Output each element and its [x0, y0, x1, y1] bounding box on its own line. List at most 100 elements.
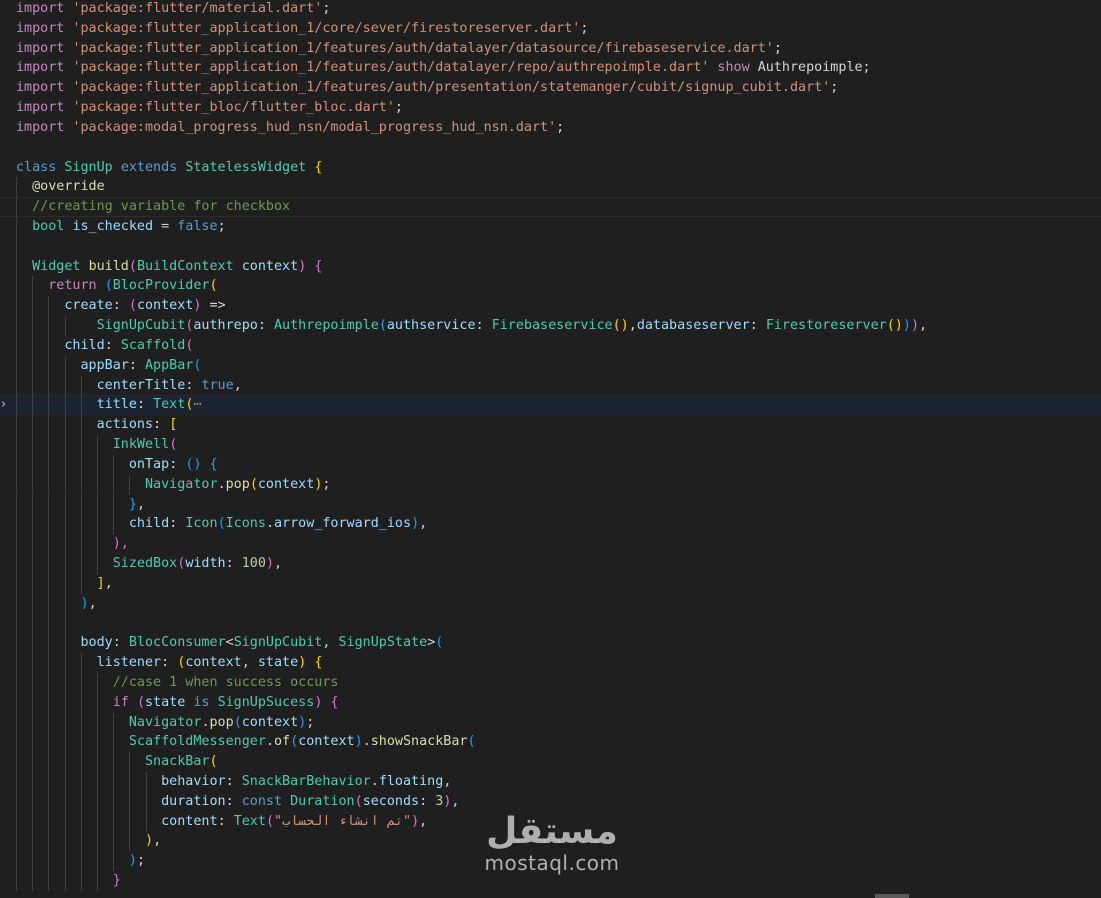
code-line[interactable]: centerTitle: true, [0, 375, 1101, 396]
code-line[interactable]: listener: (context, state) { [0, 653, 1101, 673]
code-line[interactable]: child: Scaffold( [0, 335, 1101, 356]
code-line[interactable]: ), [0, 593, 1101, 614]
code-line[interactable]: › title: Text(⋯ [0, 395, 1101, 416]
code-line[interactable]: Navigator.pop(context); [0, 712, 1101, 733]
code-token: duration [161, 793, 226, 809]
code-line[interactable]: class SignUp extends StatelessWidget { [0, 158, 1101, 178]
code-token: ( [209, 754, 218, 770]
code-token: ( [128, 258, 137, 274]
code-line[interactable]: import 'package:modal_progress_hud_nsn/m… [0, 118, 1101, 138]
code-token: width [185, 555, 226, 571]
code-line[interactable]: //creating variable for checkbox [0, 197, 1101, 217]
code-token: context [136, 298, 194, 314]
code-token: ; [217, 219, 226, 235]
code-text: //creating variable for checkbox [16, 197, 290, 217]
code-text: Navigator.pop(context); [16, 475, 330, 495]
code-line[interactable] [0, 236, 1101, 257]
code-token: : [257, 318, 274, 334]
code-token: } [128, 496, 137, 512]
code-text: Navigator.pop(context); [16, 713, 314, 733]
code-line[interactable]: SnackBar( [0, 752, 1101, 772]
code-line[interactable]: }, [0, 494, 1101, 515]
code-line[interactable]: import 'package:flutter_application_1/fe… [0, 58, 1101, 78]
code-token: @override [32, 179, 105, 195]
code-token: showSnackBar [370, 734, 468, 750]
code-line[interactable]: import 'package:flutter_application_1/fe… [0, 39, 1101, 59]
code-token: actions [96, 417, 154, 433]
code-token: show [717, 60, 750, 76]
code-token: ; [136, 853, 145, 869]
code-line[interactable]: Navigator.pop(context); [0, 474, 1101, 495]
code-line[interactable]: SignUpCubit(authrepo: Authrepoimple(auth… [0, 316, 1101, 336]
code-token: StatelessWidget [185, 159, 307, 175]
code-text: import 'package:modal_progress_hud_nsn/m… [16, 118, 564, 138]
code-line[interactable]: duration: const Duration(seconds: 3), [0, 791, 1101, 812]
fold-chevron-icon[interactable]: › [1, 395, 6, 415]
code-token: , [153, 833, 162, 849]
code-token: ( [217, 516, 226, 532]
code-token: ), [112, 536, 129, 552]
code-token: () [185, 456, 202, 472]
code-token: title [96, 397, 137, 413]
code-token: body [80, 635, 113, 651]
code-token: context [241, 258, 299, 274]
code-token: ) [902, 318, 911, 334]
code-line[interactable]: if (state is SignUpSucess) { [0, 692, 1101, 713]
code-text: @override [16, 177, 105, 197]
code-token: : [169, 456, 186, 472]
code-token: ( [249, 476, 258, 492]
code-line[interactable]: import 'package:flutter/material.dart'; [0, 0, 1101, 19]
horizontal-scrollbar-thumb[interactable] [875, 894, 909, 898]
code-token: import [16, 60, 65, 76]
code-token: databaseserver [636, 318, 750, 334]
code-token: SignUp [64, 159, 113, 175]
code-line[interactable]: ], [0, 573, 1101, 594]
code-line[interactable]: behavior: SnackBarBehavior.floating, [0, 771, 1101, 792]
indent-guide [16, 236, 17, 257]
code-line[interactable]: body: BlocConsumer<SignUpCubit, SignUpSt… [0, 633, 1101, 654]
code-line[interactable]: onTap: () { [0, 454, 1101, 475]
code-line[interactable]: return (BlocProvider( [0, 276, 1101, 297]
code-token: : [153, 417, 170, 433]
code-line[interactable]: @override [0, 177, 1101, 198]
code-line[interactable]: //case 1 when success occurs [0, 672, 1101, 693]
code-token: , [322, 635, 339, 651]
code-token: : [104, 337, 121, 353]
code-line[interactable]: ScaffoldMessenger.of(context).showSnackB… [0, 732, 1101, 753]
code-line[interactable]: InkWell( [0, 435, 1101, 455]
code-token: . [217, 476, 226, 492]
code-token: SignUpCubit [96, 318, 186, 334]
code-line[interactable]: create: (context) => [0, 296, 1101, 317]
code-line[interactable] [0, 613, 1101, 634]
code-line[interactable]: import 'package:flutter_bloc/flutter_blo… [0, 98, 1101, 118]
code-line[interactable]: ), [0, 534, 1101, 554]
code-line[interactable]: SizedBox(width: 100), [0, 553, 1101, 574]
code-text: duration: const Duration(seconds: 3), [16, 792, 459, 812]
code-token: ) [910, 318, 919, 334]
code-line[interactable]: actions: [ [0, 415, 1101, 436]
code-line[interactable]: child: Icon(Icons.arrow_forward_ios), [0, 514, 1101, 535]
code-line[interactable]: appBar: AppBar( [0, 355, 1101, 376]
code-line[interactable]: bool is_checked = false; [0, 217, 1101, 237]
code-token: state [145, 694, 186, 710]
code-editor[interactable]: import 'package:flutter/material.dart'; i… [0, 0, 1101, 898]
code-text: ScaffoldMessenger.of(context).showSnackB… [16, 732, 476, 752]
code-token: ( [467, 734, 476, 750]
code-token: create [64, 298, 113, 314]
code-line[interactable]: import 'package:flutter_application_1/co… [0, 19, 1101, 39]
code-line[interactable]: Widget build(BuildContext context) { [0, 256, 1101, 277]
code-line[interactable]: import 'package:flutter_application_1/fe… [0, 78, 1101, 98]
code-token: SignUpState [338, 635, 428, 651]
code-line[interactable] [0, 138, 1101, 158]
code-text: behavior: SnackBarBehavior.floating, [16, 772, 451, 792]
